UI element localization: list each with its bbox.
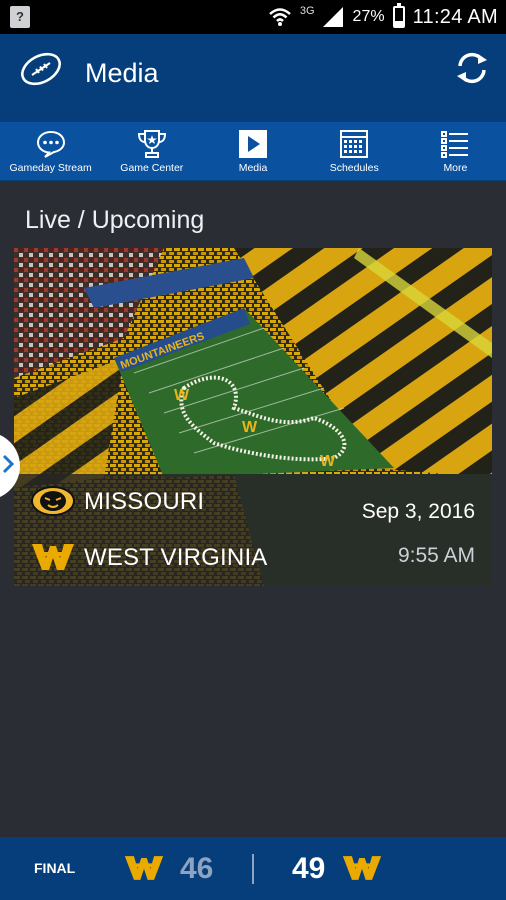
tab-label: More	[443, 162, 468, 174]
game-status: FINAL	[34, 860, 76, 876]
svg-text:W: W	[242, 419, 258, 436]
wv-flying-logo	[342, 856, 382, 880]
wv-flying-logo	[124, 856, 164, 880]
status-bar: ? 3G 27% 11:24 AM	[0, 0, 506, 34]
battery-icon	[392, 3, 405, 28]
tab-label: Schedules	[329, 162, 379, 174]
tab-bar: Gameday Stream Game Center Media Schedul…	[0, 122, 506, 181]
football-icon[interactable]	[18, 50, 64, 88]
tab-label: Game Center	[120, 162, 184, 174]
score-bar[interactable]: FINAL 46 49	[0, 837, 506, 900]
svg-text:W: W	[174, 387, 190, 404]
score-left: 46	[180, 852, 214, 885]
section-title: Live / Upcoming	[25, 206, 205, 234]
network-type: 3G	[299, 5, 315, 17]
chevron-right-icon	[2, 454, 14, 474]
away-team-name: MISSOURI	[84, 488, 205, 515]
game-card[interactable]: MOUNTAINEERS W W W MISSOURI Sep 3, 2016 …	[14, 248, 492, 586]
tab-label: Gameday Stream	[9, 162, 92, 174]
tab-label: Media	[238, 162, 268, 174]
tab-schedules[interactable]: Schedules	[304, 122, 405, 180]
chat-bubble-icon	[35, 129, 67, 159]
tab-more[interactable]: More	[405, 122, 506, 180]
tab-media[interactable]: Media	[202, 122, 303, 180]
app-bar: Media	[0, 34, 506, 122]
tab-gameday-stream[interactable]: Gameday Stream	[0, 122, 101, 180]
game-time: 9:55 AM	[397, 544, 475, 567]
battery-percent: 27%	[352, 8, 385, 25]
page-title: Media	[85, 58, 159, 88]
home-team-name: WEST VIRGINIA	[84, 544, 268, 571]
signal-icon	[322, 7, 343, 27]
clock: 11:24 AM	[412, 5, 498, 28]
tab-game-center[interactable]: Game Center	[101, 122, 202, 180]
game-date: Sep 3, 2016	[361, 500, 475, 523]
wv-flying-logo	[32, 544, 74, 570]
notification-icon: ?	[10, 6, 30, 28]
play-icon	[237, 129, 269, 159]
wifi-icon	[269, 8, 291, 26]
score-divider	[252, 854, 254, 884]
home-team-row: WEST VIRGINIA 9:55 AM	[14, 530, 492, 586]
calendar-icon	[338, 129, 370, 159]
svg-text:W: W	[320, 453, 336, 470]
list-icon	[439, 129, 471, 159]
score-right: 49	[292, 852, 326, 885]
status-icons: 3G 27% 11:24 AM	[268, 0, 498, 34]
trophy-icon	[136, 129, 168, 159]
away-team-row: MISSOURI Sep 3, 2016	[14, 474, 492, 530]
missouri-tiger-logo	[31, 486, 75, 516]
refresh-icon[interactable]	[454, 50, 490, 86]
